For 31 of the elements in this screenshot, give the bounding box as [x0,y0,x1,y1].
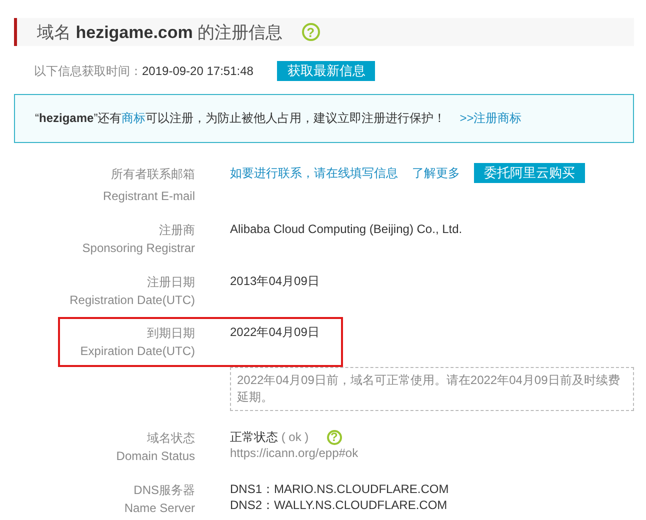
field-value: Alibaba Cloud Computing (Beijing) Co., Ltd. [230,221,462,237]
field-label-english: Sponsoring Registrar [81,240,195,257]
help-icon[interactable]: ? [326,430,342,444]
field-label: DNS服务器 [132,482,195,499]
page-title: 域名 hezigame.com 的注册信息 [37,22,283,44]
field-value: 2013年04月09日 [230,273,320,289]
fetch-time: 以下信息获取时间：2019-09-20 17:51:48 [34,62,254,80]
register-trademark-link[interactable]: >>注册商标 [460,110,522,127]
buy-button[interactable]: 委托阿里云购买 [474,163,585,183]
field-label: 到期日期 [146,325,195,342]
help-icon[interactable]: ? [302,23,320,41]
expiry-note: 2022年04月09日前，域名可正常使用。请在2022年04月09日前及时续费延期。 [230,367,634,411]
refresh-button[interactable]: 获取最新信息 [277,61,376,81]
status-value: 正常状态 ( ok ) [230,429,309,445]
status-url: https://icann.org/epp#ok [230,445,358,461]
field-label: 注册商 [158,222,195,239]
field-value: DNS2：WALLY.NS.CLOUDFLARE.COM [230,497,448,513]
field-label: 注册日期 [146,274,195,291]
field-label-english: Name Server [123,500,195,517]
contact-link[interactable]: 如要进行联系，请在线填写信息 [230,165,398,181]
field-value: DNS1：MARIO.NS.CLOUDFLARE.COM [230,481,449,497]
notice-text: “hezigame”还有商标可以注册，为防止被他人占用，建议立即注册进行保护！ [35,110,446,127]
contact-link[interactable]: 了解更多 [412,165,460,181]
field-label: 所有者联系邮箱 [110,166,195,183]
field-label-english: Expiration Date(UTC) [79,343,195,360]
field-label-english: Registration Date(UTC) [68,292,195,309]
field-label-english: Domain Status [115,448,195,465]
field-value: 2022年04月09日 [230,324,320,340]
trademark-link[interactable]: 商标 [122,111,146,125]
field-label-english: Registrant E-mail [102,188,195,205]
field-label: 域名状态 [146,430,195,447]
